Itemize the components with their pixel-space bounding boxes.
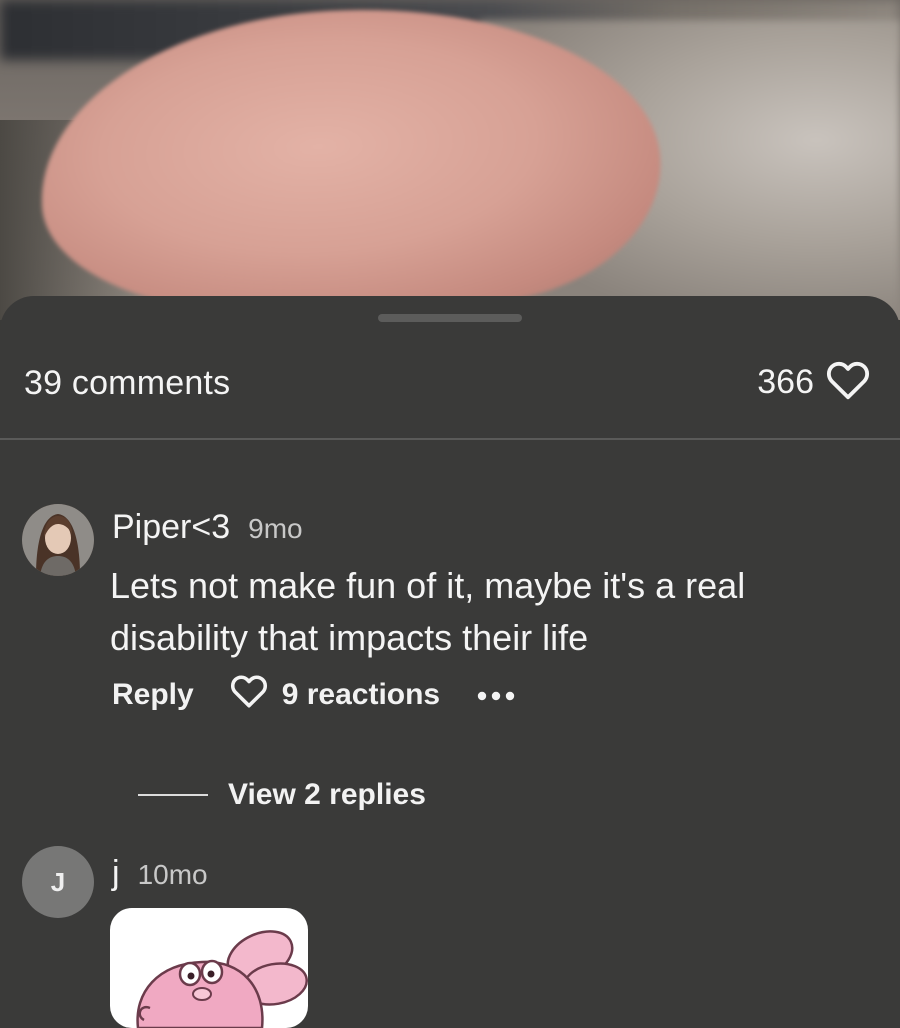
avatar-photo <box>22 504 94 576</box>
comments-sheet: 39 comments 366 Piper<3 9mo Lets not mak… <box>0 296 900 1028</box>
reply-button[interactable]: Reply <box>112 678 194 712</box>
header-divider <box>0 438 900 440</box>
comment-username[interactable]: Piper<3 <box>112 508 230 547</box>
comments-count: 39 comments <box>24 364 231 402</box>
view-replies-button[interactable]: View 2 replies <box>138 778 426 812</box>
avatar[interactable] <box>22 504 94 576</box>
post-likes[interactable]: 366 <box>757 360 870 405</box>
video-preview[interactable] <box>0 0 900 320</box>
comment-time: 10mo <box>137 859 208 890</box>
comment-header: Piper<3 9mo <box>112 508 303 547</box>
comment-time: 9mo <box>248 513 303 544</box>
comment-actions: Reply 9 reactions <box>112 674 516 716</box>
heart-outline-icon <box>230 674 268 716</box>
heart-outline-icon[interactable] <box>826 360 870 405</box>
replies-line <box>138 794 208 796</box>
reactions-count: 9 reactions <box>281 678 441 711</box>
reactions-button[interactable]: 9 reactions <box>230 674 440 716</box>
comment-username[interactable]: j <box>112 854 120 893</box>
likes-count: 366 <box>757 363 814 401</box>
sticker-image[interactable] <box>110 908 308 1028</box>
more-dots-icon[interactable] <box>476 688 516 702</box>
pink-cartoon-sticker <box>136 930 308 1028</box>
sheet-drag-handle[interactable] <box>378 314 522 322</box>
comment-header: j 10mo <box>112 854 208 893</box>
view-replies-label: View 2 replies <box>228 778 426 811</box>
avatar[interactable]: J <box>22 846 94 918</box>
comment-text: Lets not make fun of it, maybe it's a re… <box>110 565 746 658</box>
